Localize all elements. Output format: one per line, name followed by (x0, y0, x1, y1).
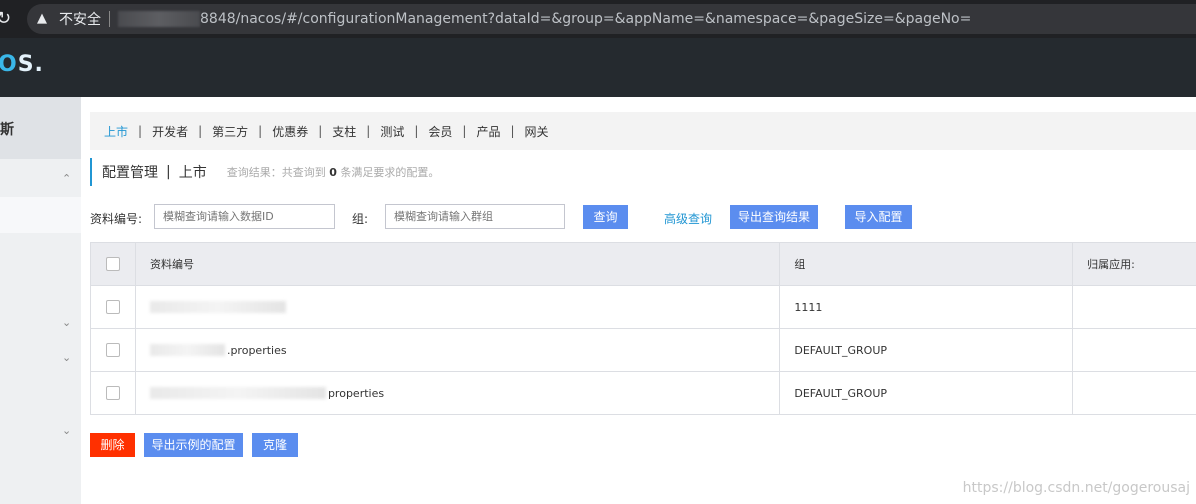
page-header: 配置管理 | 上市 查询结果：共查询到 0 条满足要求的配置。 (90, 158, 439, 186)
group-label: 组: (352, 212, 369, 226)
redacted-text (149, 301, 286, 313)
import-config-button[interactable]: 导入配置 (845, 205, 912, 229)
namespace-tabs: 上市 | 开发者 | 第三方 | 优惠券 | 支柱 | 测试 | 会员 | 产品 | 网关 (90, 112, 1196, 150)
security-label[interactable]: 不安全 (59, 9, 101, 29)
reload-icon[interactable]: ↻ (0, 9, 16, 29)
clone-button[interactable]: 克隆 (252, 433, 298, 457)
namespace-tab[interactable]: 会员 (428, 123, 452, 140)
column-header-data-id: 资料编号 (136, 243, 781, 285)
current-namespace: 上市 (178, 165, 207, 181)
omnibox[interactable]: ▲ 不安全 8848/nacos/#/configurationManageme… (27, 4, 1196, 34)
row-select-cell (91, 372, 136, 414)
group-cell: DEFAULT_GROUP (780, 372, 1074, 414)
table-header-row: 资料编号 组 归属应用: (91, 243, 1196, 286)
namespace-separator: | (510, 124, 515, 138)
query-result-text: 查询结果：共查询到 0 条满足要求的配置。 (226, 166, 440, 179)
table-row[interactable]: .properties DEFAULT_GROUP (91, 329, 1196, 372)
page-title: 配置管理 (102, 165, 158, 181)
sidebar-title: 斯 (0, 97, 81, 159)
redacted-text (149, 344, 225, 356)
namespace-separator: | (138, 124, 143, 138)
filter-bar: 资料编号: 组: 查询 高级查询 导出查询结果 导入配置 (90, 204, 1196, 230)
app-header: OS. (0, 38, 1196, 97)
warning-icon: ▲ (37, 11, 47, 26)
namespace-tab[interactable]: 优惠券 (272, 123, 308, 140)
namespace-separator: | (258, 124, 263, 138)
group-cell: 1111 (780, 286, 1074, 328)
browser-address-bar: ↻ ▲ 不安全 8848/nacos/#/configurationManage… (0, 0, 1196, 38)
data-id-cell: properties (136, 372, 781, 414)
group-cell: DEFAULT_GROUP (780, 329, 1074, 371)
data-id-cell (136, 286, 781, 328)
namespace-tab[interactable]: 支柱 (332, 123, 356, 140)
export-results-button[interactable]: 导出查询结果 (730, 205, 818, 229)
redacted-host (118, 11, 200, 27)
table-row[interactable]: 1111 (91, 286, 1196, 329)
namespace-separator: | (318, 124, 323, 138)
column-header-app: 归属应用: (1087, 258, 1135, 271)
namespace-tab[interactable]: 开发者 (152, 123, 188, 140)
namespace-tab[interactable]: 上市 (104, 123, 128, 140)
namespace-separator: | (198, 124, 203, 138)
select-all-checkbox[interactable] (105, 257, 120, 271)
export-selected-button[interactable]: 导出示例的配置 (144, 433, 243, 457)
nacos-logo[interactable]: OS. (0, 52, 44, 77)
namespace-tab[interactable]: 第三方 (212, 123, 248, 140)
row-select-cell (91, 329, 136, 371)
row-checkbox[interactable] (105, 343, 120, 357)
title-divider: | (166, 164, 171, 180)
column-header-group: 组 (780, 243, 1074, 285)
config-table: 资料编号 组 归属应用: 1111 .properties DEFAULT_GR… (90, 242, 1196, 415)
chevron-up-icon[interactable]: ⌃ (62, 173, 74, 185)
main-content: 上市 | 开发者 | 第三方 | 优惠券 | 支柱 | 测试 | 会员 | 产品 | 网关 配置管理 | 上市 … (90, 112, 1196, 457)
chevron-down-icon[interactable]: ⌄ (62, 352, 74, 364)
chevron-down-icon[interactable]: ⌄ (62, 425, 74, 437)
url-text[interactable]: 8848/nacos/#/configurationManagement?dat… (200, 11, 971, 27)
namespace-separator: | (366, 124, 371, 138)
app-cell (1073, 329, 1196, 371)
table-row[interactable]: properties DEFAULT_GROUP (91, 372, 1196, 415)
watermark: https://blog.csdn.net/gogerousaj (962, 480, 1190, 496)
advanced-search-link[interactable]: 高级查询 (664, 210, 712, 227)
data-id-cell: .properties (136, 329, 781, 371)
row-checkbox[interactable] (105, 386, 120, 400)
redacted-text (149, 387, 326, 399)
group-input[interactable] (385, 204, 565, 229)
app-cell (1073, 286, 1196, 328)
app-cell (1073, 372, 1196, 414)
title-accent-bar (90, 158, 92, 186)
row-select-cell (91, 286, 136, 328)
select-all-cell (91, 243, 136, 285)
delete-button[interactable]: 删除 (90, 433, 135, 457)
chevron-down-icon[interactable]: ⌄ (62, 317, 74, 329)
namespace-tab[interactable]: 网关 (525, 123, 549, 140)
data-id-input[interactable] (154, 204, 335, 229)
sidebar-item-selected[interactable] (0, 197, 81, 233)
data-id-label: 资料编号: (90, 212, 143, 226)
search-button[interactable]: 查询 (583, 205, 628, 229)
namespace-separator: | (462, 124, 467, 138)
omnibox-divider (109, 11, 110, 27)
namespace-tab[interactable]: 产品 (476, 123, 500, 140)
namespace-tab[interactable]: 测试 (380, 123, 404, 140)
sidebar: 斯 ⌃ ⌄ ⌄ ⌄ (0, 97, 81, 504)
namespace-separator: | (414, 124, 419, 138)
row-checkbox[interactable] (105, 300, 120, 314)
